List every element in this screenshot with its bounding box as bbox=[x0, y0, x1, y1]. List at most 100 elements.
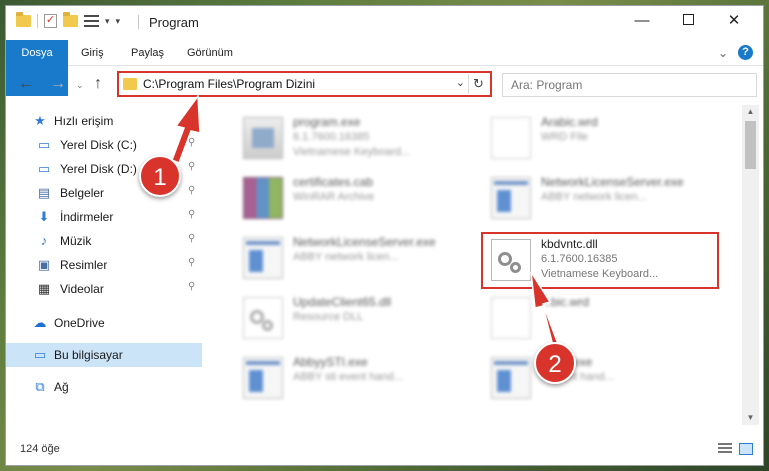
app-icon bbox=[243, 357, 283, 399]
sidebar-item-videos[interactable]: ▦ Videolar ⚲ bbox=[6, 277, 202, 301]
file-tile[interactable]: program.exe 6.1.7600.16385 Vietnamese Ke… bbox=[233, 111, 483, 167]
file-tile[interactable]: ...bic.wrd bbox=[481, 291, 731, 347]
sidebar-item-pictures[interactable]: ▣ Resimler ⚲ bbox=[6, 253, 202, 277]
sidebar-item-local-disk-c[interactable]: ▭ Yerel Disk (C:) ⚲ bbox=[6, 133, 202, 157]
minimize-button[interactable]: — bbox=[619, 6, 665, 36]
navigation-bar: ← → ⌄ ↑ C:\Program Files\Program Dizini … bbox=[6, 67, 763, 103]
recent-locations-icon[interactable]: ⌄ bbox=[76, 80, 84, 91]
window-title: Program bbox=[149, 15, 199, 30]
file-list: program.exe 6.1.7600.16385 Vietnamese Ke… bbox=[211, 105, 739, 425]
file-description: ABBY network licen... bbox=[293, 251, 399, 263]
sidebar-item-label: Hızlı erişim bbox=[54, 114, 114, 128]
app-icon bbox=[491, 357, 531, 399]
help-icon[interactable]: ? bbox=[738, 45, 753, 60]
scroll-down-icon[interactable]: ▼ bbox=[742, 411, 759, 425]
disk-icon: ▭ bbox=[37, 161, 51, 176]
vertical-scrollbar[interactable]: ▲ ▼ bbox=[742, 105, 759, 425]
back-arrow-icon[interactable]: ← bbox=[18, 75, 34, 93]
tab-home[interactable]: Giriş bbox=[70, 40, 115, 66]
blank-file-icon bbox=[491, 297, 531, 339]
file-tile[interactable]: ...STI.exe ...event hand... bbox=[481, 351, 731, 407]
ribbon-controls: ⌄ ? bbox=[718, 45, 753, 60]
chevron-down-icon[interactable]: ▾ bbox=[105, 16, 110, 27]
refresh-icon[interactable]: ↻ bbox=[468, 74, 488, 94]
customize-icon[interactable] bbox=[84, 14, 99, 28]
tab-share[interactable]: Paylaş bbox=[120, 40, 175, 66]
annotation-badge-1: 1 bbox=[139, 155, 181, 197]
file-description: Vietnamese Keyboard... bbox=[293, 146, 411, 158]
pictures-icon: ▣ bbox=[37, 257, 51, 272]
file-tile[interactable]: UpdateClient65.dll Resource DLL bbox=[233, 291, 483, 347]
app-icon bbox=[491, 177, 531, 219]
sidebar-item-label: Bu bilgisayar bbox=[54, 348, 123, 362]
file-version: 6.1.7600.16385 bbox=[293, 131, 370, 143]
sidebar-item-quick-access[interactable]: ★ Hızlı erişim bbox=[6, 109, 202, 133]
file-name: Arabic.wrd bbox=[541, 115, 598, 129]
blank-file-icon bbox=[491, 117, 531, 159]
file-tile[interactable]: Arabic.wrd WRD File bbox=[481, 111, 731, 167]
file-name: certificates.cab bbox=[293, 175, 374, 189]
search-placeholder: Ara: Program bbox=[511, 78, 583, 92]
sidebar-item-label: Müzik bbox=[60, 234, 92, 248]
expand-ribbon-icon[interactable]: ⌄ bbox=[718, 46, 728, 60]
sidebar-item-downloads[interactable]: ⬇ İndirmeler ⚲ bbox=[6, 205, 202, 229]
details-view-icon[interactable] bbox=[718, 443, 732, 455]
maximize-button[interactable] bbox=[665, 6, 711, 36]
network-icon: ⧉ bbox=[35, 379, 45, 394]
sidebar-item-label: Belgeler bbox=[60, 186, 105, 200]
close-button[interactable]: ✕ bbox=[711, 6, 757, 36]
file-tile[interactable]: certificates.cab WinRAR Archive bbox=[233, 171, 483, 227]
file-name: UpdateClient65.dll bbox=[293, 295, 392, 309]
scroll-up-icon[interactable]: ▲ bbox=[742, 105, 759, 119]
file-type: WinRAR Archive bbox=[293, 191, 375, 203]
address-path[interactable]: C:\Program Files\Program Dizini bbox=[143, 77, 315, 91]
pin-icon[interactable]: ⚲ bbox=[188, 233, 195, 244]
sidebar-item-label: Resimler bbox=[60, 258, 108, 272]
sidebar-item-label: İndirmeler bbox=[60, 210, 114, 224]
sidebar-item-label: OneDrive bbox=[54, 316, 105, 330]
pin-icon[interactable]: ⚲ bbox=[188, 161, 195, 172]
forward-arrow-icon[interactable]: → bbox=[50, 75, 66, 93]
exe-icon bbox=[243, 117, 283, 159]
file-type: WRD File bbox=[541, 131, 589, 143]
file-name: program.exe bbox=[293, 115, 361, 129]
file-name: AbbyySTI.exe bbox=[293, 355, 368, 369]
pin-icon[interactable]: ⚲ bbox=[188, 257, 195, 268]
address-bar[interactable]: C:\Program Files\Program Dizini ⌄ ↻ bbox=[117, 71, 492, 97]
quick-access-toolbar: ✓ ▾ ▾ bbox=[16, 12, 121, 28]
address-dropdown-icon[interactable]: ⌄ bbox=[456, 76, 465, 89]
file-tile[interactable]: AbbyySTI.exe ABBY sti event hand... bbox=[233, 351, 483, 407]
file-description: ABBY sti event hand... bbox=[293, 371, 403, 383]
scroll-thumb[interactable] bbox=[745, 121, 756, 169]
item-count: 124 öğe bbox=[20, 443, 60, 455]
file-name: NetworkLicenseServer.exe bbox=[541, 175, 684, 189]
toolbar-menu-icon[interactable]: ▾ bbox=[116, 16, 121, 27]
up-arrow-icon[interactable]: ↑ bbox=[94, 75, 102, 93]
file-tile[interactable]: NetworkLicenseServer.exe ABBY network li… bbox=[233, 231, 483, 287]
pin-icon[interactable]: ⚲ bbox=[188, 185, 195, 196]
toolbar-separator bbox=[37, 14, 38, 28]
pin-icon[interactable]: ⚲ bbox=[188, 209, 195, 220]
sidebar-item-label: Videolar bbox=[60, 282, 104, 296]
folder-icon bbox=[16, 12, 31, 27]
annotation-badge-2: 2 bbox=[534, 342, 576, 384]
sidebar-item-label: Yerel Disk (D:) bbox=[60, 162, 137, 176]
sidebar-item-label: Yerel Disk (C:) bbox=[60, 138, 137, 152]
folder-icon bbox=[123, 78, 137, 90]
new-folder-icon[interactable] bbox=[63, 12, 78, 27]
file-tile[interactable]: NetworkLicenseServer.exe ABBY network li… bbox=[481, 171, 731, 227]
winrar-icon bbox=[243, 177, 283, 219]
pin-icon[interactable]: ⚲ bbox=[188, 137, 195, 148]
sidebar-item-network[interactable]: ⧉ Ağ bbox=[6, 375, 202, 399]
videos-icon: ▦ bbox=[37, 281, 51, 296]
search-input[interactable]: Ara: Program bbox=[502, 73, 757, 97]
sidebar-item-label: Ağ bbox=[54, 380, 69, 394]
sidebar-item-this-pc[interactable]: ▭ Bu bilgisayar bbox=[6, 343, 202, 367]
tab-view[interactable]: Görünüm bbox=[176, 40, 244, 66]
file-name: ...bic.wrd bbox=[541, 295, 590, 309]
pin-icon[interactable]: ⚲ bbox=[188, 281, 195, 292]
tiles-view-icon[interactable] bbox=[739, 443, 753, 455]
properties-check-icon[interactable]: ✓ bbox=[44, 14, 57, 28]
sidebar-item-onedrive[interactable]: ☁ OneDrive bbox=[6, 311, 202, 335]
sidebar-item-music[interactable]: ♪ Müzik ⚲ bbox=[6, 229, 202, 253]
